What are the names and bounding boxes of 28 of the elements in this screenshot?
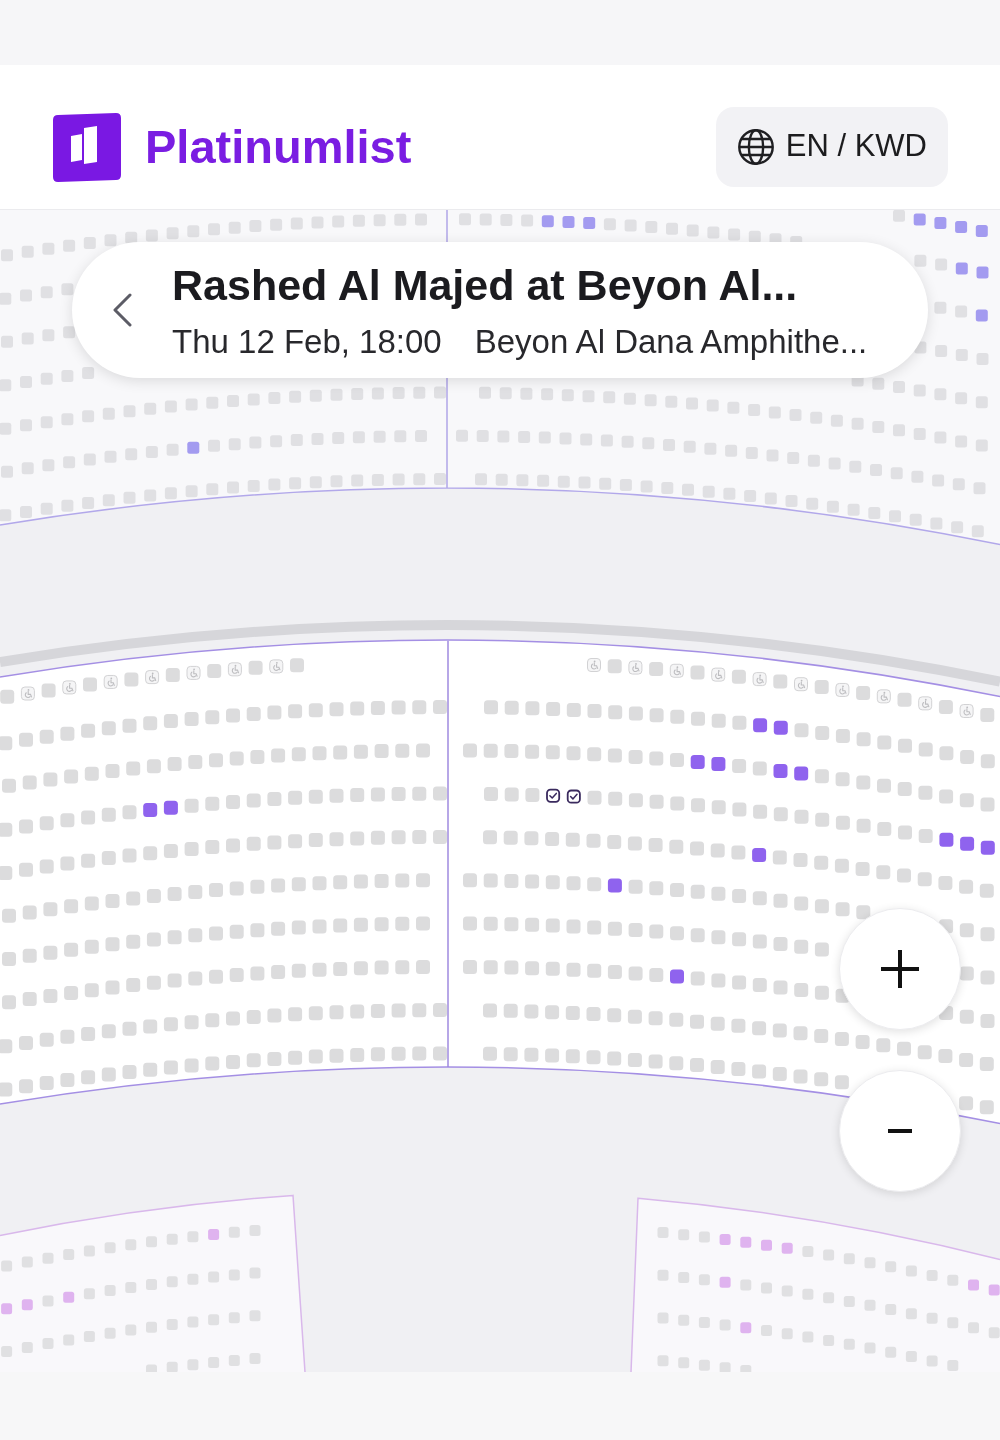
globe-icon — [737, 128, 774, 165]
language-currency-button[interactable]: EN / KWD — [715, 106, 948, 187]
chevron-left-icon — [112, 293, 132, 327]
wheelchair-icon — [632, 663, 640, 673]
wheelchair-icon — [673, 666, 681, 676]
wheelchair-icon — [24, 689, 33, 699]
back-button[interactable] — [112, 293, 132, 327]
wheelchair-icon — [190, 668, 198, 678]
wheelchair-icon — [963, 706, 971, 716]
wheelchair-icon — [273, 661, 281, 671]
check-icon — [569, 793, 578, 800]
wheelchair-icon — [231, 664, 240, 674]
wheelchair-icon — [66, 682, 74, 692]
logo-link[interactable]: Platinumlist — [52, 111, 412, 182]
logo-icon — [52, 111, 122, 182]
zoom-out-button[interactable] — [839, 1070, 961, 1192]
wheelchair-icon — [922, 698, 930, 708]
wheelchair-icon — [880, 691, 888, 701]
event-venue: Beyon Al Dana Amphithe... — [474, 322, 868, 361]
minus-icon — [888, 1129, 912, 1133]
wheelchair-icon — [107, 677, 115, 687]
wheelchair-icon — [715, 670, 723, 680]
event-title: Rashed Al Majed at Beyon Al... — [172, 259, 799, 310]
wheelchair-icon — [839, 685, 847, 695]
event-date-time: Thu 12 Feb, 18:00 — [172, 322, 442, 361]
wheelchair-icon — [756, 674, 764, 684]
check-icon — [549, 792, 558, 799]
plus-icon — [881, 950, 919, 988]
